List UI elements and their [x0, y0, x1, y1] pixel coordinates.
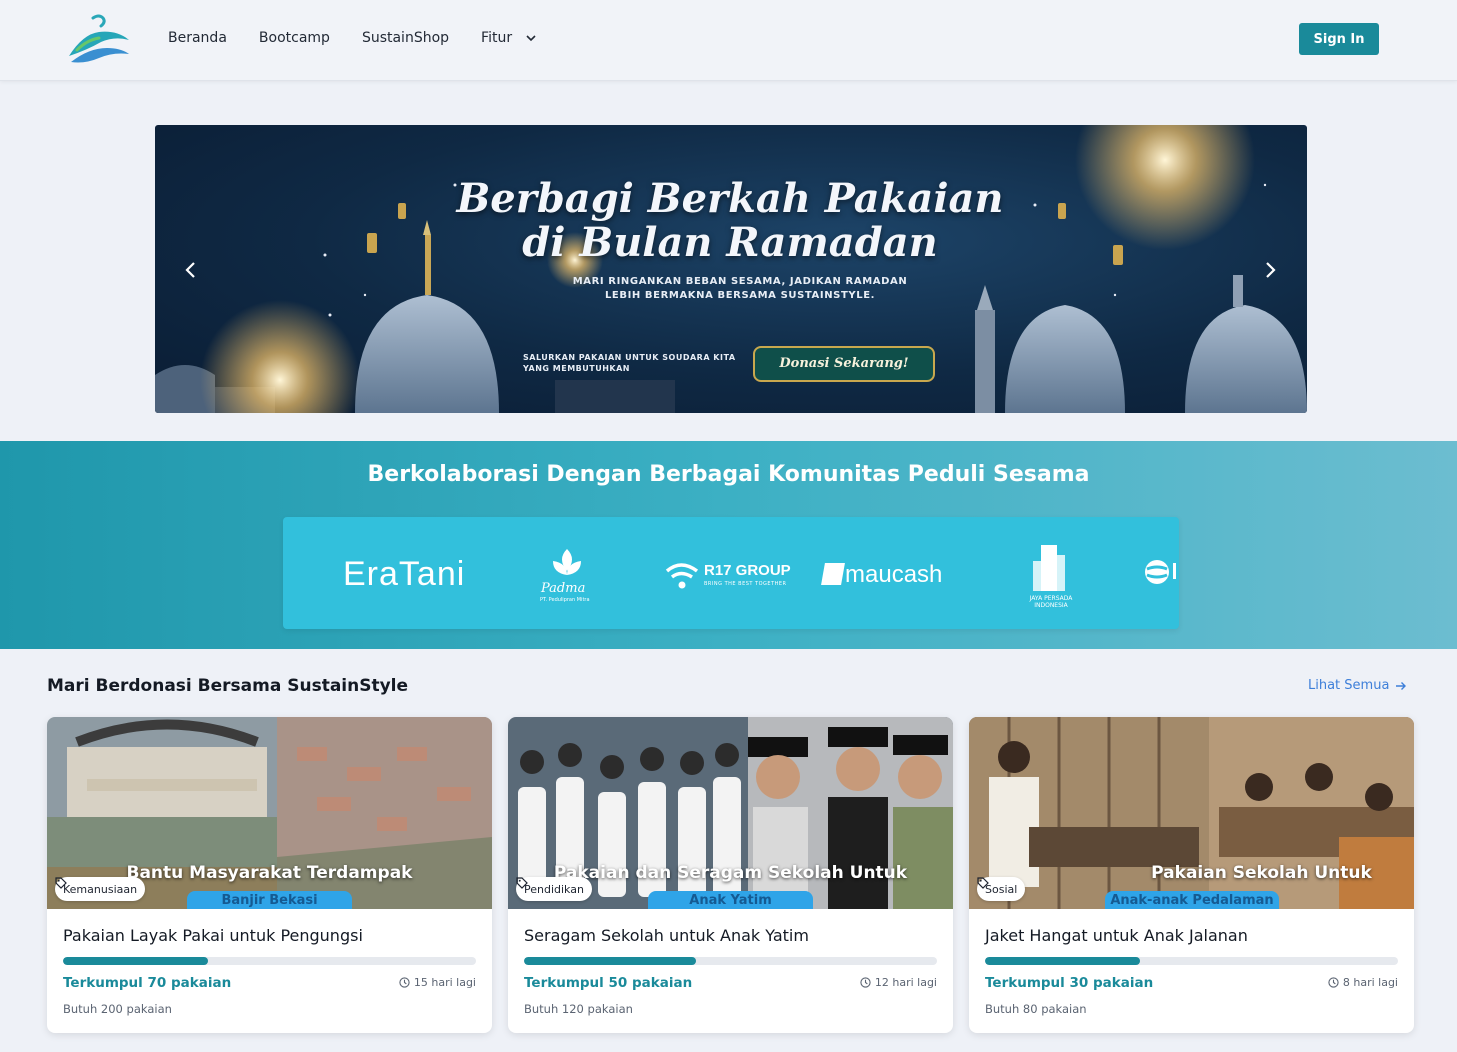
image-caption-highlight: Anak-anak Pedalaman: [1105, 891, 1279, 909]
card-title: Jaket Hangat untuk Anak Jalanan: [985, 926, 1248, 945]
partner-logo-padma: Padma: [541, 581, 586, 596]
banner-subtitle: MARI RINGANKAN BEBAN SESAMA, JADIKAN RAM…: [572, 276, 908, 301]
nav-link-beranda[interactable]: Beranda: [168, 30, 227, 46]
clock-icon: [860, 977, 871, 988]
card-image: Bantu Masyarakat Terdampak Banjir Bekasi…: [47, 717, 492, 909]
clock-icon: [399, 977, 410, 988]
sign-in-button[interactable]: Sign In: [1299, 23, 1379, 55]
collected-amount: Terkumpul 70 pakaian: [63, 975, 232, 991]
nav-link-sustainshop[interactable]: SustainShop: [362, 30, 449, 46]
tag-icon: [977, 877, 989, 889]
donation-card[interactable]: Pakaian Sekolah Untuk Anak-anak Pedalama…: [969, 717, 1414, 1033]
target-amount: Butuh 80 pakaian: [985, 1002, 1087, 1016]
banner-title: Berbagi Berkah Pakaian di Bulan Ramadan: [456, 175, 1004, 266]
partner-logo-r17: R17 GROUP: [704, 562, 791, 579]
nav-dropdown-label: Fitur: [481, 30, 513, 46]
partial-partner-logo-icon: [1145, 560, 1176, 584]
card-image: Pakaian Sekolah Untuk Anak-anak Pedalama…: [969, 717, 1414, 909]
tag-icon: [55, 877, 67, 889]
banner-small-text: SALURKAN PAKAIAN UNTUK SOUDARA KITA YANG…: [523, 353, 736, 373]
progress-bar: [524, 957, 937, 965]
progress-fill: [524, 957, 697, 965]
collaboration-title: Berkolaborasi Dengan Berbagai Komunitas …: [367, 462, 1090, 487]
clock-icon: [1328, 977, 1339, 988]
days-left-label: 15 hari lagi: [413, 976, 476, 989]
partner-logo-maucash: maucash: [821, 561, 943, 589]
collected-amount: Terkumpul 30 pakaian: [985, 975, 1154, 991]
partner-logo-eratani: EraTani: [343, 555, 466, 593]
category-tag: Pendidikan: [516, 877, 592, 901]
days-left-label: 12 hari lagi: [874, 976, 937, 989]
donation-card[interactable]: Pakaian dan Seragam Sekolah Untuk Anak Y…: [508, 717, 953, 1033]
navbar: Beranda Bootcamp SustainShop Fitur Sign …: [0, 0, 1457, 81]
tag-icon: [516, 877, 528, 889]
nav-dropdown-fitur[interactable]: Fitur: [481, 30, 536, 46]
donate-now-button[interactable]: Donasi Sekarang!: [753, 346, 935, 382]
hero-banner[interactable]: Berbagi Berkah Pakaian di Bulan Ramadan …: [155, 125, 1307, 413]
image-caption-highlight: Anak Yatim: [648, 891, 813, 909]
chevron-left-icon[interactable]: [179, 258, 203, 282]
days-left: 8 hari lagi: [1328, 976, 1398, 989]
donation-card[interactable]: Bantu Masyarakat Terdampak Banjir Bekasi…: [47, 717, 492, 1033]
see-all-link[interactable]: Lihat Semua: [1308, 678, 1407, 693]
image-caption-highlight: Banjir Bekasi: [187, 891, 352, 909]
chevron-right-icon[interactable]: [1258, 258, 1282, 282]
nav-links: Beranda Bootcamp SustainShop Fitur: [168, 30, 536, 46]
target-amount: Butuh 200 pakaian: [63, 1002, 172, 1016]
category-tag: Kemanusiaan: [55, 877, 146, 901]
days-left: 15 hari lagi: [399, 976, 476, 989]
progress-bar: [985, 957, 1398, 965]
chevron-down-icon: [526, 34, 536, 41]
arrow-right-icon: [1396, 681, 1407, 690]
progress-fill: [985, 957, 1140, 965]
maucash-mark-icon: [821, 563, 845, 585]
partner-r17-tagline: BRING THE BEST TOGETHER: [704, 581, 787, 587]
partner-maucash-label: maucash: [845, 561, 943, 588]
card-image: Pakaian dan Seragam Sekolah Untuk Anak Y…: [508, 717, 953, 909]
category-tag: Sosial: [977, 877, 1026, 901]
donation-section-title: Mari Berdonasi Bersama SustainStyle: [47, 676, 409, 696]
collected-amount: Terkumpul 50 pakaian: [524, 975, 693, 991]
days-left-label: 8 hari lagi: [1342, 976, 1398, 989]
category-tag-label: Kemanusiaan: [63, 882, 138, 896]
hanger-logo-icon[interactable]: [63, 12, 133, 68]
collaboration-section: Berkolaborasi Dengan Berbagai Komunitas …: [0, 441, 1457, 649]
card-title: Pakaian Layak Pakai untuk Pengungsi: [63, 926, 363, 945]
partner-logo-jaya-persada: JAYA PERSADA INDONESIA: [1029, 595, 1073, 609]
partner-logo-carousel: EraTani Padma PT. Pedulipran Mitra R17 G…: [283, 517, 1179, 629]
category-tag-label: Sosial: [985, 882, 1018, 896]
target-amount: Butuh 120 pakaian: [524, 1002, 633, 1016]
nav-link-bootcamp[interactable]: Bootcamp: [259, 30, 330, 46]
progress-fill: [63, 957, 208, 965]
card-title: Seragam Sekolah untuk Anak Yatim: [524, 926, 809, 945]
progress-bar: [63, 957, 476, 965]
days-left: 12 hari lagi: [860, 976, 937, 989]
see-all-label: Lihat Semua: [1308, 678, 1390, 693]
image-caption: Pakaian Sekolah Untuk: [1151, 863, 1372, 883]
partner-padma-subtitle: PT. Pedulipran Mitra: [540, 597, 590, 603]
category-tag-label: Pendidikan: [524, 882, 584, 896]
